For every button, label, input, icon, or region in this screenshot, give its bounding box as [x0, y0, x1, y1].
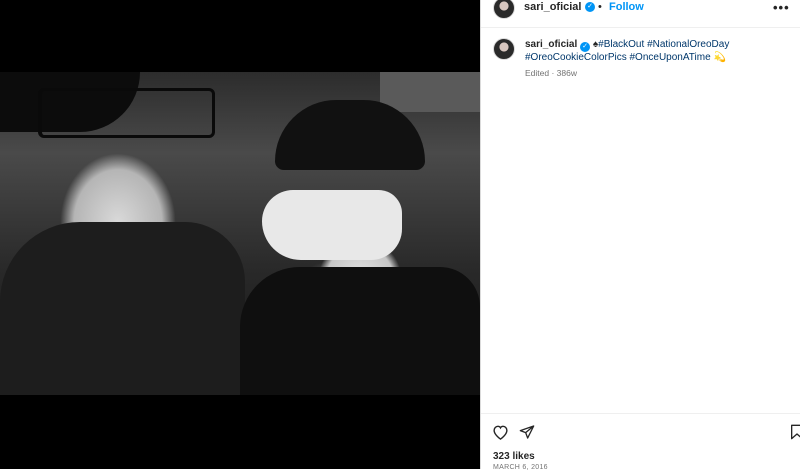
- hashtag-nationaloreoday[interactable]: #NationalOreoDay: [647, 39, 729, 50]
- more-icon[interactable]: •••: [773, 0, 790, 15]
- bookmark-icon[interactable]: [790, 424, 800, 445]
- hashtag-oreocookiecolorpics[interactable]: #OreoCookieColorPics: [525, 52, 627, 63]
- post-actions: 323 likes MARCH 6, 2016: [481, 414, 800, 471]
- hashtag-blackout[interactable]: #BlackOut: [598, 39, 644, 50]
- post-photo[interactable]: [0, 72, 480, 395]
- post-header: sari_oficial ✓ • Follow •••: [481, 0, 800, 24]
- header-divider: [481, 27, 800, 28]
- caption-text: sari_oficial ✓ ♠#BlackOut #NationalOreoD…: [525, 38, 795, 64]
- photo-shirt-left: [0, 222, 245, 395]
- avatar[interactable]: [493, 0, 515, 19]
- likes-count[interactable]: 323 likes: [493, 451, 535, 462]
- share-icon[interactable]: [519, 424, 535, 445]
- hashtag-onceuponatime[interactable]: #OnceUponATime: [630, 52, 711, 63]
- post-date[interactable]: MARCH 6, 2016: [493, 464, 548, 471]
- photo-shirt-right: [240, 267, 480, 395]
- heart-icon[interactable]: [492, 424, 509, 445]
- verified-icon: ✓: [585, 2, 595, 12]
- caption-avatar[interactable]: [493, 38, 515, 60]
- header-separator: •: [598, 1, 602, 13]
- edited-meta: Edited · 386w: [525, 68, 577, 78]
- caption-username[interactable]: sari_oficial: [525, 39, 577, 50]
- post-media[interactable]: [0, 0, 480, 469]
- photo-glasses: [38, 88, 215, 138]
- photo-background-lamp: [380, 72, 480, 112]
- post-sidebar: sari_oficial ✓ • Follow ••• sari_oficial…: [481, 0, 800, 471]
- header-username[interactable]: sari_oficial: [524, 1, 581, 13]
- caption-verified-icon: ✓: [580, 42, 591, 52]
- follow-button[interactable]: Follow: [609, 1, 644, 13]
- photo-hand: [262, 190, 402, 260]
- post-age[interactable]: 386w: [557, 68, 577, 78]
- edited-separator: ·: [549, 68, 557, 78]
- edited-label: Edited: [525, 68, 550, 78]
- caption-emoji: 💫: [713, 52, 726, 63]
